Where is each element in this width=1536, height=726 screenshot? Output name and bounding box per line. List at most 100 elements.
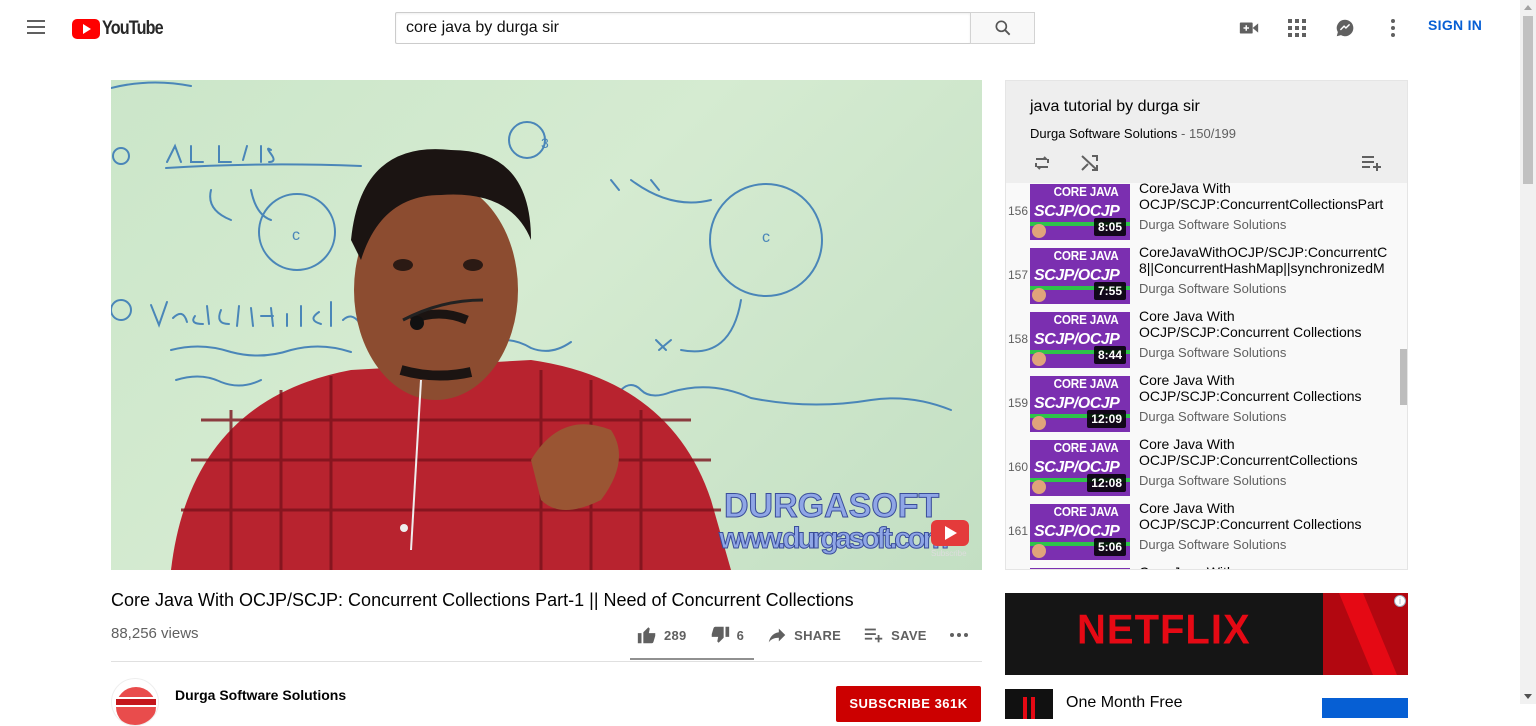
video-thumbnail[interactable]: CORE JAVASCJP/OCJP (1030, 568, 1130, 569)
video-player[interactable]: 3 c c DURGASOFT www.durgasoft.com (111, 80, 982, 570)
video-duration: 8:05 (1093, 218, 1126, 236)
scroll-up-icon[interactable] (1524, 5, 1532, 10)
playlist-item-channel: Durga Software Solutions (1139, 537, 1287, 552)
page-scrollbar[interactable] (1520, 0, 1536, 704)
playlist-item[interactable]: 157 CORE JAVA SCJP/OCJP 7:55 CoreJavaWithOCJ… (1006, 244, 1401, 308)
svg-text:3: 3 (541, 135, 549, 151)
watermark-url: www.durgasoft.com (718, 522, 949, 555)
playlist-header: java tutorial by durga sir Durga Softwar… (1006, 81, 1407, 183)
more-horiz-icon (949, 633, 968, 637)
svg-text:c: c (762, 229, 770, 246)
video-duration: 8:44 (1093, 346, 1126, 364)
thumb-line1: CORE JAVA (1053, 248, 1119, 263)
playlist-item-text: Core Java With (1139, 564, 1399, 569)
playlist-save-icon[interactable] (1360, 151, 1384, 180)
ad-banner[interactable]: NETFLIX i (1005, 593, 1408, 675)
video-thumbnail[interactable]: CORE JAVA SCJP/OCJP 8:05 (1030, 184, 1130, 240)
watermark-brand: DURGASOFT (724, 487, 940, 525)
thumb-face (1032, 416, 1046, 430)
playlist-item[interactable]: 161 CORE JAVA SCJP/OCJP 5:06 Core Java With … (1006, 500, 1401, 564)
dislike-button[interactable]: 6 (709, 624, 745, 646)
video-duration: 12:09 (1087, 410, 1126, 428)
ad-logo-icon[interactable] (1005, 689, 1053, 719)
shuffle-icon[interactable] (1078, 151, 1102, 180)
share-icon (768, 628, 786, 643)
playlist-position: 150/199 (1189, 126, 1236, 141)
thumb-line1: CORE JAVA (1054, 568, 1119, 569)
playlist-subtitle: Durga Software Solutions - 150/199 (1030, 126, 1236, 141)
play-logo-icon (72, 19, 100, 39)
search-input[interactable] (395, 12, 970, 44)
playlist-item-channel: Durga Software Solutions (1139, 473, 1287, 488)
ad-brand: NETFLIX (1077, 606, 1251, 654)
thumb-face (1032, 352, 1046, 366)
playlist-item[interactable]: 156 CORE JAVA SCJP/OCJP 8:05 CoreJava With O… (1006, 183, 1401, 244)
video-thumbnail[interactable]: CORE JAVA SCJP/OCJP 12:08 (1030, 440, 1130, 496)
playlist-item-index: 157 (1007, 268, 1029, 282)
video-actions: 289 6 SHARE SAVE (636, 624, 997, 646)
playlist-item[interactable]: 160 CORE JAVA SCJP/OCJP 12:08 Core Java With… (1006, 436, 1401, 500)
playlist-item-channel: Durga Software Solutions (1139, 345, 1287, 360)
more-actions-button[interactable] (949, 632, 975, 638)
playlist-item-index: 156 (1007, 204, 1029, 218)
messages-icon[interactable] (1333, 16, 1357, 40)
dislike-count: 6 (736, 627, 745, 643)
like-count: 289 (664, 627, 687, 643)
subscribe-button[interactable]: SUBSCRIBE 361K (836, 686, 981, 722)
playlist-item-title: CoreJava With OCJP/SCJP:ConcurrentCollec… (1139, 183, 1384, 212)
scroll-down-icon[interactable] (1524, 694, 1532, 699)
sign-in-button[interactable]: SIGN IN (1428, 17, 1482, 33)
thumb-line1: CORE JAVA (1053, 440, 1119, 455)
thumb-face (1032, 224, 1046, 238)
save-button[interactable]: SAVE (863, 624, 927, 646)
playlist-item[interactable]: 158 CORE JAVA SCJP/OCJP 8:44 Core Java With … (1006, 308, 1401, 372)
subscribe-watermark-icon[interactable] (931, 520, 969, 546)
like-button[interactable]: 289 (636, 624, 687, 646)
thumb-line1: CORE JAVA (1053, 376, 1119, 391)
thumb-line1: CORE JAVA (1053, 504, 1119, 519)
playlist-item-text: Core Java With OCJP/SCJP:Concurrent Coll… (1139, 500, 1399, 552)
video-thumbnail[interactable]: CORE JAVA SCJP/OCJP 12:09 (1030, 376, 1130, 432)
playlist-item[interactable]: CORE JAVASCJP/OCJP Core Java With (1006, 564, 1401, 569)
playlist-item-title: Core Java With OCJP/SCJP:ConcurrentColle… (1139, 436, 1358, 468)
channel-name[interactable]: Durga Software Solutions (175, 687, 346, 703)
playlist-item-text: CoreJava With OCJP/SCJP:ConcurrentCollec… (1139, 183, 1399, 232)
menu-icon[interactable] (24, 16, 48, 40)
playlist-item-channel: Durga Software Solutions (1139, 217, 1287, 232)
more-vert-icon[interactable] (1381, 16, 1405, 40)
playlist-title[interactable]: java tutorial by durga sir (1030, 98, 1200, 116)
thumbs-down-icon (711, 626, 729, 643)
playlist-item-channel: Durga Software Solutions (1139, 409, 1287, 424)
create-video-icon[interactable] (1237, 16, 1261, 40)
ad-promo-text[interactable]: One Month Free (1066, 694, 1183, 712)
sentiment-bar (630, 658, 754, 660)
search-icon (995, 20, 1010, 36)
playlist-item-index: 159 (1007, 396, 1029, 410)
scrollbar-thumb[interactable] (1523, 16, 1533, 184)
ad-info-icon[interactable]: i (1394, 595, 1406, 607)
subscribe-watermark-label: Subscribe (931, 549, 967, 558)
playlist-item[interactable]: 159 CORE JAVA SCJP/OCJP 12:09 Core Java With… (1006, 372, 1401, 436)
search-button[interactable] (970, 12, 1035, 44)
channel-avatar[interactable] (111, 678, 159, 726)
playlist-item-index: 158 (1007, 332, 1029, 346)
presenter (171, 149, 731, 570)
playlist-items[interactable]: 156 CORE JAVA SCJP/OCJP 8:05 CoreJava With O… (1006, 183, 1407, 569)
apps-grid-icon[interactable] (1285, 16, 1309, 40)
video-thumbnail[interactable]: CORE JAVA SCJP/OCJP 8:44 (1030, 312, 1130, 368)
loop-icon[interactable] (1030, 151, 1054, 180)
ad-cta-button[interactable] (1322, 698, 1408, 718)
video-duration: 12:08 (1087, 474, 1126, 492)
playlist-item-title: Core Java With (1139, 564, 1399, 569)
search-bar (395, 12, 1035, 44)
playlist-owner[interactable]: Durga Software Solutions (1030, 126, 1177, 141)
video-thumbnail[interactable]: CORE JAVA SCJP/OCJP 5:06 (1030, 504, 1130, 560)
youtube-logo[interactable]: YouTube (72, 18, 173, 40)
thumb-line1: CORE JAVA (1053, 184, 1119, 199)
playlist-item-text: CoreJavaWithOCJP/SCJP:ConcurrentC 8||Con… (1139, 244, 1399, 296)
playlist-item-title: Core Java With OCJP/SCJP:Concurrent Coll… (1139, 372, 1362, 404)
view-count: 88,256 views (111, 625, 199, 642)
video-thumbnail[interactable]: CORE JAVA SCJP/OCJP 7:55 (1030, 248, 1130, 304)
playlist-scrollbar-thumb[interactable] (1400, 349, 1407, 405)
share-button[interactable]: SHARE (766, 624, 841, 646)
